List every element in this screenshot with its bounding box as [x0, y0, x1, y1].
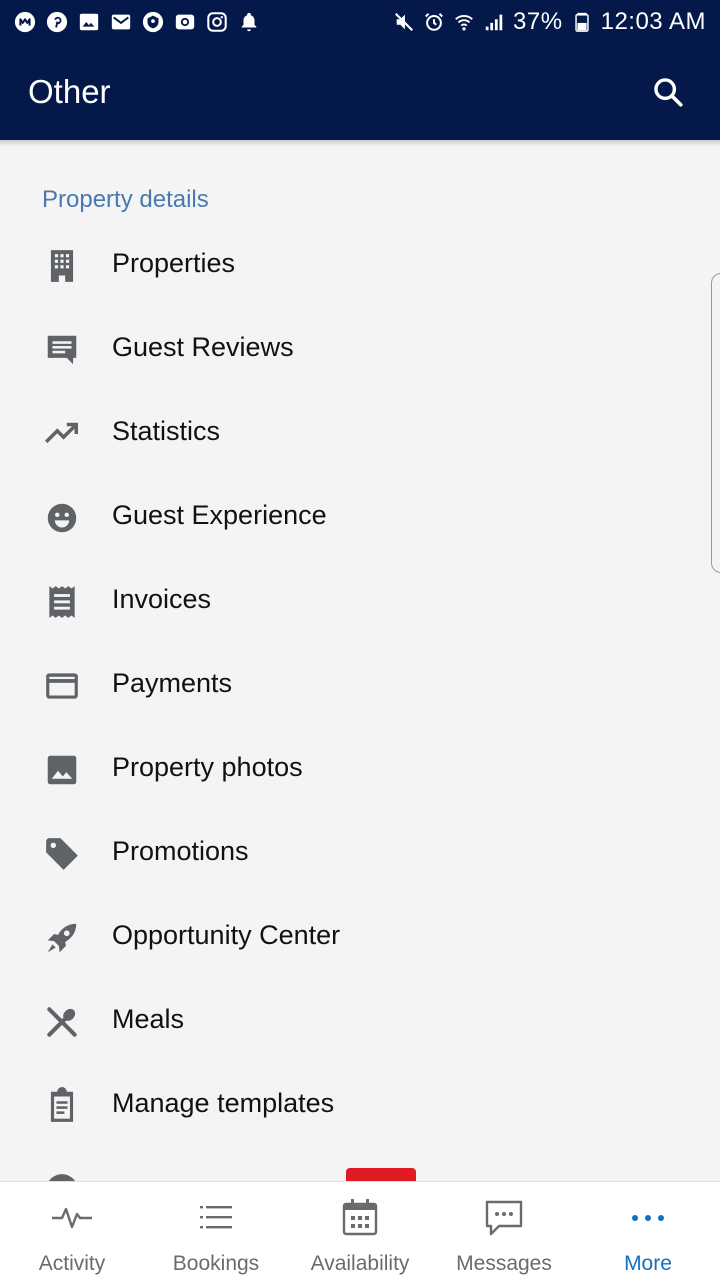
mastodon-icon: [14, 11, 36, 33]
nav-bookings[interactable]: Bookings: [144, 1182, 288, 1280]
mute-icon: [393, 11, 415, 33]
clock: 12:03 AM: [600, 8, 706, 35]
review-icon: [42, 330, 82, 370]
battery-icon: [571, 11, 593, 33]
trending-up-icon: [42, 414, 82, 454]
image-icon: [42, 750, 82, 790]
list-icon: [194, 1198, 238, 1238]
menu-item-label: Guest Reviews: [112, 332, 294, 362]
nav-label: Messages: [456, 1252, 552, 1275]
nav-more[interactable]: More: [576, 1182, 720, 1280]
pinterest-icon: [46, 11, 68, 33]
nav-label: Availability: [310, 1252, 410, 1275]
instagram-icon: [206, 11, 228, 33]
building-icon: [42, 246, 82, 286]
app-screen: 37% 12:03 AM Other Property details Prop…: [0, 0, 720, 1280]
menu-item-property-photos[interactable]: Property photos: [0, 726, 720, 810]
nav-label: Bookings: [172, 1252, 260, 1275]
menu-item-guest-reviews[interactable]: Guest Reviews: [0, 306, 720, 390]
menu-item-label: Guest Experience: [112, 500, 327, 530]
section-header: Property details: [42, 186, 209, 213]
menu-item-meals[interactable]: Meals: [0, 978, 720, 1062]
clipboard-icon: [42, 1086, 82, 1126]
menu-item-payments[interactable]: Payments: [0, 642, 720, 726]
menu-item-invoices[interactable]: Invoices: [0, 558, 720, 642]
wifi-icon: [453, 11, 475, 33]
nav-availability[interactable]: Availability: [288, 1182, 432, 1280]
alarm-icon: [423, 11, 445, 33]
vpn-icon: [142, 11, 164, 33]
credit-card-icon: [42, 666, 82, 706]
content-area: Property details Properties Guest Review…: [0, 140, 720, 1181]
more-icon: [626, 1198, 670, 1238]
nav-messages[interactable]: Messages: [432, 1182, 576, 1280]
rocket-icon: [42, 918, 82, 958]
bottom-navigation: Activity Bookings Availability Messages …: [0, 1181, 720, 1280]
scroll-indicator: [711, 273, 720, 573]
signal-icon: [483, 11, 505, 33]
email-icon: [174, 11, 196, 33]
activity-icon: [50, 1198, 94, 1238]
notification-icons: [14, 11, 260, 33]
menu-item-statistics[interactable]: Statistics: [0, 390, 720, 474]
menu-item-label: Promotions: [112, 836, 249, 866]
nav-activity[interactable]: Activity: [0, 1182, 144, 1280]
menu-item-promotions[interactable]: Promotions: [0, 810, 720, 894]
menu-item-opportunity-center[interactable]: Opportunity Center: [0, 894, 720, 978]
calendar-icon: [338, 1198, 382, 1238]
receipt-icon: [42, 582, 82, 622]
menu-item-label: Payments: [112, 668, 233, 698]
menu-item-properties[interactable]: Properties: [0, 222, 720, 306]
menu-item-label: Invoices: [112, 584, 212, 614]
nav-label: More: [624, 1252, 672, 1275]
system-status: 37% 12:03 AM: [393, 8, 706, 36]
search-icon: [654, 78, 683, 107]
tag-icon: [42, 834, 82, 874]
menu-item-label: Properties: [112, 248, 236, 278]
menu-item-guest-experience[interactable]: Guest Experience: [0, 474, 720, 558]
utensils-icon: [42, 1002, 82, 1042]
smiley-icon: [42, 498, 82, 538]
status-bar: 37% 12:03 AM: [0, 0, 720, 44]
menu-item-partial[interactable]: [0, 1146, 720, 1181]
menu-item-manage-templates[interactable]: Manage templates: [0, 1062, 720, 1146]
nav-label: Activity: [38, 1252, 106, 1275]
battery-percent: 37%: [513, 8, 563, 35]
bell-icon: [238, 11, 260, 33]
menu-item-label: Manage templates: [112, 1088, 335, 1118]
search-button[interactable]: [644, 68, 692, 116]
new-badge: [346, 1168, 416, 1181]
message-icon: [482, 1198, 526, 1238]
partial-icon: [42, 1170, 82, 1181]
gmail-icon: [110, 11, 132, 33]
page-title: Other: [28, 73, 111, 110]
menu-item-label: Property photos: [112, 752, 303, 782]
menu-item-label: Meals: [112, 1004, 185, 1034]
menu-item-label: Opportunity Center: [112, 920, 341, 950]
gallery-icon: [78, 11, 100, 33]
menu-item-label: Statistics: [112, 416, 221, 446]
app-bar: Other: [0, 44, 720, 140]
menu-list: Properties Guest Reviews Statistics Gues…: [0, 222, 720, 1181]
